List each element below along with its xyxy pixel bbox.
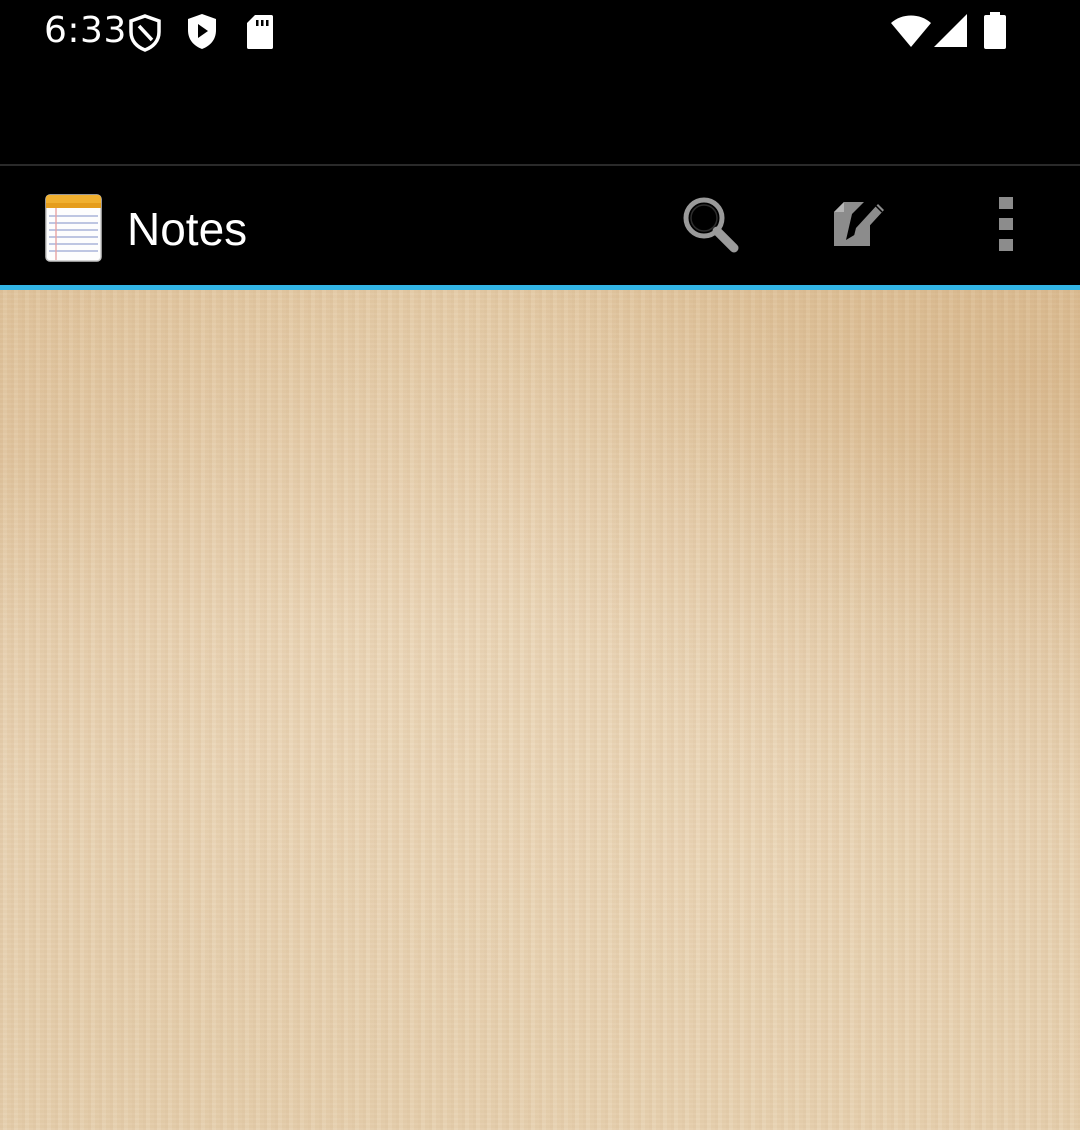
action-bar: Notes	[0, 166, 1080, 286]
cell-signal-icon	[934, 14, 968, 52]
sd-card-icon	[246, 14, 274, 54]
app-title: Notes	[127, 203, 248, 255]
search-icon	[680, 194, 740, 258]
search-button[interactable]	[670, 190, 750, 262]
status-bar: 6:33	[0, 0, 1080, 164]
status-time: 6:33	[44, 10, 127, 51]
new-note-icon	[830, 198, 886, 254]
battery-icon	[983, 12, 1007, 54]
new-note-button[interactable]	[818, 190, 898, 262]
overflow-menu-icon	[998, 196, 1014, 256]
screen: 6:33 Notes	[0, 0, 1080, 1130]
overflow-menu-button[interactable]	[966, 190, 1046, 262]
shield-icon	[128, 14, 162, 56]
wifi-icon	[890, 14, 932, 52]
play-shield-icon	[186, 13, 218, 55]
notes-list-area[interactable]	[0, 290, 1080, 1130]
notepad-icon[interactable]	[45, 194, 102, 266]
